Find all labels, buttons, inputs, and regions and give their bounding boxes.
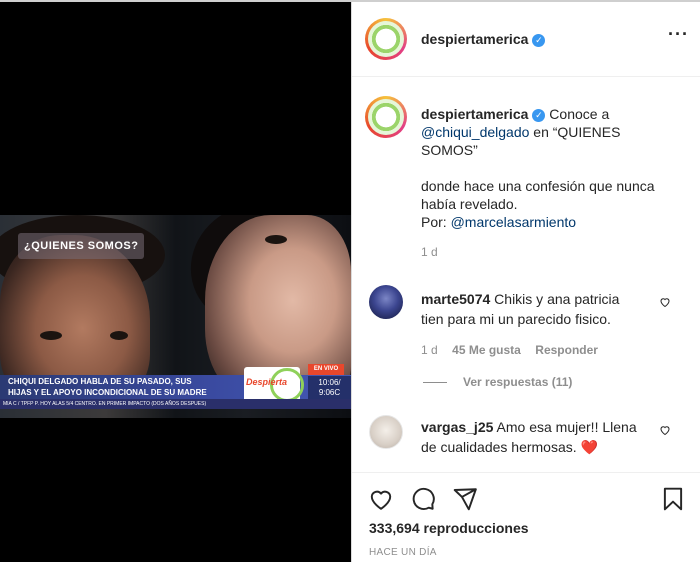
- post-side-panel: despiertamerica ✓ ··· despiertamerica ✓ Co…: [351, 2, 700, 562]
- caption-verified-icon: ✓: [532, 109, 546, 122]
- post-header: despiertamerica ✓ ···: [352, 2, 700, 77]
- girl-eye-left: [40, 331, 62, 340]
- comment-text-2: de cualidades hermosas.: [421, 439, 577, 455]
- clock-box: 10:06/ 9:06C: [308, 376, 351, 400]
- author-avatar[interactable]: [365, 18, 407, 60]
- comment-text-1: Chikis y ana patricia: [494, 291, 620, 307]
- view-replies-button[interactable]: Ver respuestas (11): [463, 375, 572, 389]
- author-line: despiertamerica ✓: [421, 31, 546, 49]
- comment-meta-row: 1 d 45 Me gusta Responder: [421, 341, 661, 359]
- caption-author-avatar[interactable]: [365, 96, 407, 138]
- headline-line-2: HIJAS Y EL APOYO INCONDICIONAL DE SU MAD…: [8, 388, 207, 397]
- mention-chiqui[interactable]: @chiqui_delgado: [421, 124, 529, 140]
- reply-button[interactable]: Responder: [535, 343, 598, 357]
- comment-marte5074: marte5074 Chikis y ana patricia tien par…: [421, 289, 651, 329]
- mention-marcela[interactable]: @marcelasarmiento: [451, 214, 576, 230]
- comment-text-1: Amo esa mujer!! Llena: [496, 419, 637, 435]
- comment-text-2: tien para mi un parecido fisico.: [421, 311, 611, 327]
- caption-line-2: donde hace una confesión que nunca había…: [421, 178, 655, 212]
- actions-divider: [352, 472, 700, 473]
- share-icon[interactable]: [452, 486, 478, 512]
- girl-eye-right: [110, 331, 128, 340]
- comment-like-heart-icon[interactable]: [659, 424, 671, 436]
- comment-avatar-marte5074[interactable]: [369, 285, 403, 319]
- verified-badge-icon: ✓: [532, 34, 546, 47]
- caption-lead: Conoce a: [549, 106, 610, 122]
- clock-line-2: 9:06C: [318, 388, 341, 397]
- heart-emoji: ❤️: [580, 439, 598, 455]
- author-username[interactable]: despiertamerica: [421, 31, 528, 47]
- comment-avatar-vargas-j25[interactable]: [369, 415, 403, 449]
- like-heart-icon[interactable]: [368, 486, 394, 512]
- caption-author[interactable]: despiertamerica: [421, 106, 528, 122]
- post-media[interactable]: ¿QUIENES SOMOS? EN VIVO CHIQUI DELGADO H…: [0, 2, 351, 562]
- headline-line-1: CHIQUI DELGADO HABLA DE SU PASADO, SUS: [8, 377, 192, 386]
- comment-time: 1 d: [421, 343, 438, 357]
- comment-like-heart-icon[interactable]: [659, 296, 671, 308]
- lower-third-text: CHIQUI DELGADO HABLA DE SU PASADO, SUS H…: [8, 376, 240, 398]
- comment-username[interactable]: marte5074: [421, 291, 490, 307]
- bookmark-icon[interactable]: [660, 486, 686, 512]
- clock-line-1: 10:06/: [318, 378, 341, 387]
- woman-eye: [265, 235, 287, 244]
- caption-time: 1 d: [421, 245, 438, 259]
- comment-vargas-j25: vargas_j25 Amo esa mujer!! Llena de cual…: [421, 417, 651, 457]
- show-badge: ¿QUIENES SOMOS?: [18, 233, 145, 259]
- live-tag: EN VIVO: [308, 364, 344, 375]
- caption-by: Por:: [421, 214, 447, 230]
- show-logo-text: Despierta: [246, 377, 288, 387]
- views-count[interactable]: 333,694 reproducciones: [369, 520, 529, 536]
- caption: despiertamerica ✓ Conoce a @chiqui_delgad…: [421, 105, 661, 261]
- comment-likes[interactable]: 45 Me gusta: [452, 343, 521, 357]
- more-options-icon[interactable]: ···: [668, 24, 689, 45]
- comment-icon[interactable]: [410, 486, 436, 512]
- replies-line: [423, 382, 447, 383]
- news-ticker: MIA C / TPFP P. HOY ALAS 5/4 CENTRO. EN …: [0, 399, 351, 409]
- comment-username[interactable]: vargas_j25: [421, 419, 493, 435]
- video-frame[interactable]: ¿QUIENES SOMOS? EN VIVO CHIQUI DELGADO H…: [0, 215, 351, 418]
- post-time: HACE UN DÍA: [369, 547, 437, 558]
